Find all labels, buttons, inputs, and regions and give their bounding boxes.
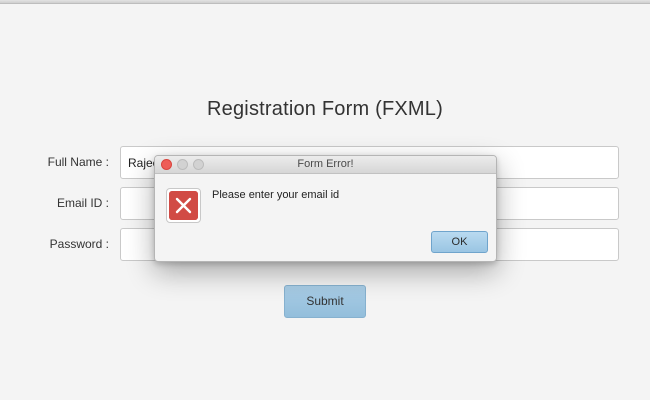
error-icon-frame [166, 188, 201, 223]
error-dialog: Form Error! Please enter your email id O… [154, 155, 497, 262]
full-name-label: Full Name : [47, 155, 109, 169]
window-titlebar [0, 0, 650, 4]
dialog-message: Please enter your email id [212, 189, 340, 201]
password-label: Password : [49, 237, 109, 251]
error-x-icon [169, 191, 198, 220]
app-window: Registration Form (FXML) Full Name : Ema… [0, 0, 650, 400]
dialog-title: Form Error! [297, 158, 354, 170]
email-label: Email ID : [56, 196, 109, 210]
submit-button[interactable]: Submit [284, 285, 366, 318]
form-title: Registration Form (FXML) [207, 98, 443, 120]
ok-button[interactable]: OK [431, 231, 488, 253]
dialog-titlebar[interactable]: Form Error! [155, 156, 496, 174]
